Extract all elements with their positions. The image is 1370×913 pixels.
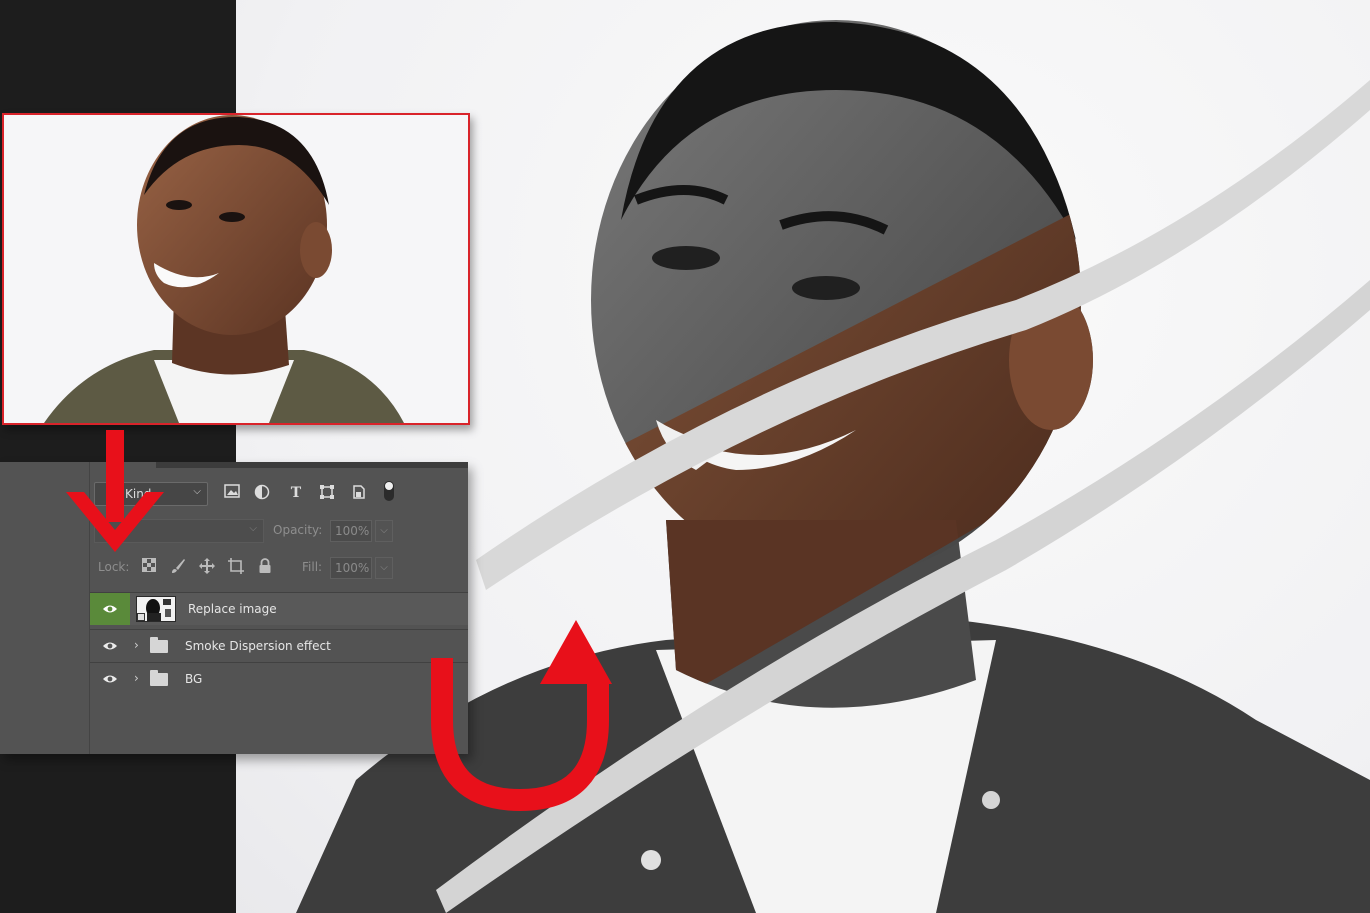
folder-icon [150,670,168,686]
lock-icon[interactable] [256,558,274,576]
folder-icon [150,637,168,653]
layer-row-replace-image[interactable]: Replace image [90,592,468,625]
chevron-right-icon[interactable]: › [134,638,139,652]
chevron-down-icon: ⌵ [249,523,257,534]
layer-filter-row: Kind ⌵ T [0,478,468,510]
layer-name: BG [185,672,203,686]
half-circle-icon[interactable] [253,484,271,502]
fill-dropdown[interactable]: ⌵ [375,557,393,579]
image-icon[interactable] [223,484,241,502]
layers-panel: Kind ⌵ T ⌵ Opacity: 100% ⌵ Lock: Fill: 1… [0,462,468,754]
layer-name: Replace image [188,602,277,616]
smart-object-icon[interactable] [350,484,368,502]
eye-icon [103,642,117,650]
lock-label: Lock: [98,560,130,574]
opacity-label: Opacity: [273,523,323,537]
kind-filter-select[interactable]: Kind ⌵ [94,482,208,506]
chevron-right-icon[interactable]: › [134,671,139,685]
eye-icon [103,605,117,613]
blend-opacity-row: ⌵ Opacity: 100% ⌵ [0,516,468,546]
fill-label: Fill: [302,560,323,574]
layer-row-bg[interactable]: › BG [90,662,468,695]
lock-row: Lock: Fill: 100% ⌵ [0,554,468,582]
layer-name: Smoke Dispersion effect [185,639,331,653]
smart-object-badge-icon [137,613,145,621]
opacity-input[interactable]: 100% [330,520,372,542]
visibility-toggle[interactable] [90,593,130,625]
visibility-toggle[interactable] [90,630,130,662]
filter-toggle-icon[interactable] [380,480,398,501]
eye-icon [103,675,117,683]
chevron-down-icon: ⌵ [193,486,201,497]
checker-icon[interactable] [140,558,158,576]
blend-mode-select[interactable]: ⌵ [94,519,264,543]
kind-filter-label: Kind [125,487,152,501]
crop-icon[interactable] [227,558,245,576]
visibility-toggle[interactable] [90,663,130,695]
shape-icon[interactable] [318,484,336,502]
original-photo-inset [2,113,470,425]
fill-input[interactable]: 100% [330,557,372,579]
panel-top-bar [156,462,468,468]
move-icon[interactable] [198,558,216,576]
layer-row-smoke-dispersion[interactable]: › Smoke Dispersion effect [90,629,468,662]
brush-icon[interactable] [169,558,187,576]
layer-thumbnail [136,596,176,622]
opacity-dropdown[interactable]: ⌵ [375,520,393,542]
type-icon[interactable]: T [287,484,305,502]
